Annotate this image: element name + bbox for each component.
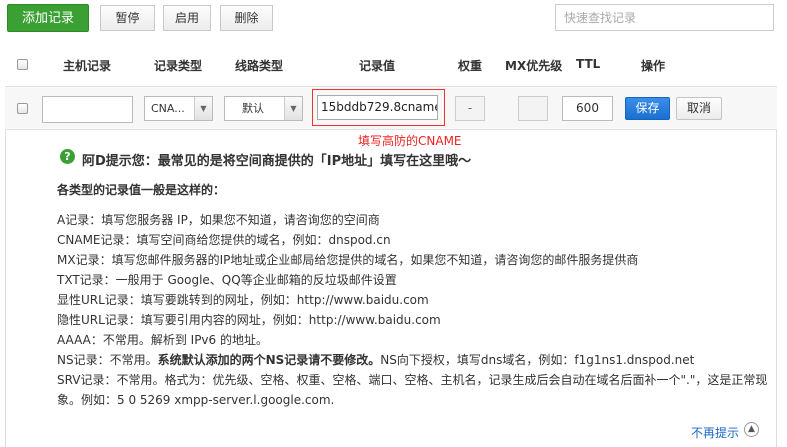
tip-line-srv-cont: 象。例如：5 0 5269 xmpp-server.l.google.com. — [57, 393, 335, 407]
mx-priority-field — [518, 96, 548, 121]
delete-button[interactable]: 删除 — [220, 5, 273, 31]
ns-prefix: NS记录：不常用。 — [57, 353, 158, 367]
header-weight: 权重 — [458, 59, 483, 73]
header-ttl: TTL — [576, 57, 601, 71]
cancel-button[interactable]: 取消 — [676, 97, 722, 120]
enable-button[interactable]: 启用 — [163, 5, 211, 31]
header-record-type: 记录类型 — [154, 59, 203, 73]
pause-button[interactable]: 暂停 — [100, 5, 155, 31]
header-line-type: 线路类型 — [235, 59, 284, 73]
tip-line-srv: SRV记录：不常用。格式为：优先级、空格、权重、空格、端口、空格、主机名，记录生… — [57, 373, 768, 387]
add-record-button[interactable]: 添加记录 — [7, 4, 89, 32]
header-record-value: 记录值 — [359, 59, 396, 73]
weight-field: - — [455, 96, 485, 121]
question-icon: ? — [60, 149, 75, 164]
line-type-select[interactable]: 默认 ▼ — [224, 96, 303, 121]
tip-subtitle: 各类型的记录值一般是这样的： — [57, 183, 226, 197]
record-type-select[interactable]: CNA... ▼ — [144, 96, 213, 121]
row-checkbox[interactable] — [17, 103, 28, 114]
header-actions: 操作 — [641, 59, 666, 73]
tip-line-aaaa: AAAA：不常用。解析到 IPv6 的地址。 — [57, 333, 268, 347]
header-host: 主机记录 — [63, 59, 112, 73]
search-input[interactable] — [555, 4, 774, 31]
tip-line-txt: TXT记录：一般用于 Google、QQ等企业邮箱的反垃圾邮件设置 — [57, 273, 397, 287]
ttl-input[interactable]: 600 — [562, 96, 613, 121]
header-mx: MX优先级 — [505, 59, 563, 73]
tip-line-cname: CNAME记录：填写空间商给您提供的域名，例如：dnspod.cn — [57, 233, 391, 247]
tip-line-mx: MX记录：填写您邮件服务器的IP地址或企业邮局给您提供的域名，如果您不知道，请咨… — [57, 253, 639, 267]
chevron-down-icon: ▼ — [194, 97, 212, 120]
select-all-checkbox[interactable] — [17, 59, 28, 70]
record-type-value: CNA... — [151, 102, 185, 115]
ns-suffix: NS向下授权，填写dns域名，例如：f1g1ns1.dnspod.net — [380, 353, 695, 367]
record-value-input[interactable]: 15bddb729.8cname — [317, 95, 438, 120]
ns-warning: 系统默认添加的两个NS记录请不要修改。 — [157, 353, 381, 367]
chevron-down-icon: ▼ — [284, 97, 302, 120]
line-type-value: 默认 — [242, 102, 264, 115]
tip-line-url: 显性URL记录：填写要跳转到的网址，例如：http://www.baidu.co… — [57, 293, 429, 307]
tip-title: 阿D提示您：最常见的是将空间商提供的「IP地址」填写在这里哦～ — [82, 154, 472, 169]
tip-line-ns: NS记录：不常用。系统默认添加的两个NS记录请不要修改。NS向下授权，填写dns… — [57, 351, 694, 368]
save-button[interactable]: 保存 — [625, 97, 670, 120]
tip-line-hidden-url: 隐性URL记录：填写要引用内容的网址，例如：http://www.baidu.c… — [57, 313, 441, 327]
dismiss-tip-link[interactable]: 不再提示 — [691, 424, 739, 441]
collapse-up-icon[interactable]: ▲ — [744, 422, 759, 437]
tip-line-a: A记录：填写您服务器 IP，如果您不知道，请咨询您的空间商 — [57, 213, 380, 227]
host-input[interactable] — [42, 96, 133, 123]
